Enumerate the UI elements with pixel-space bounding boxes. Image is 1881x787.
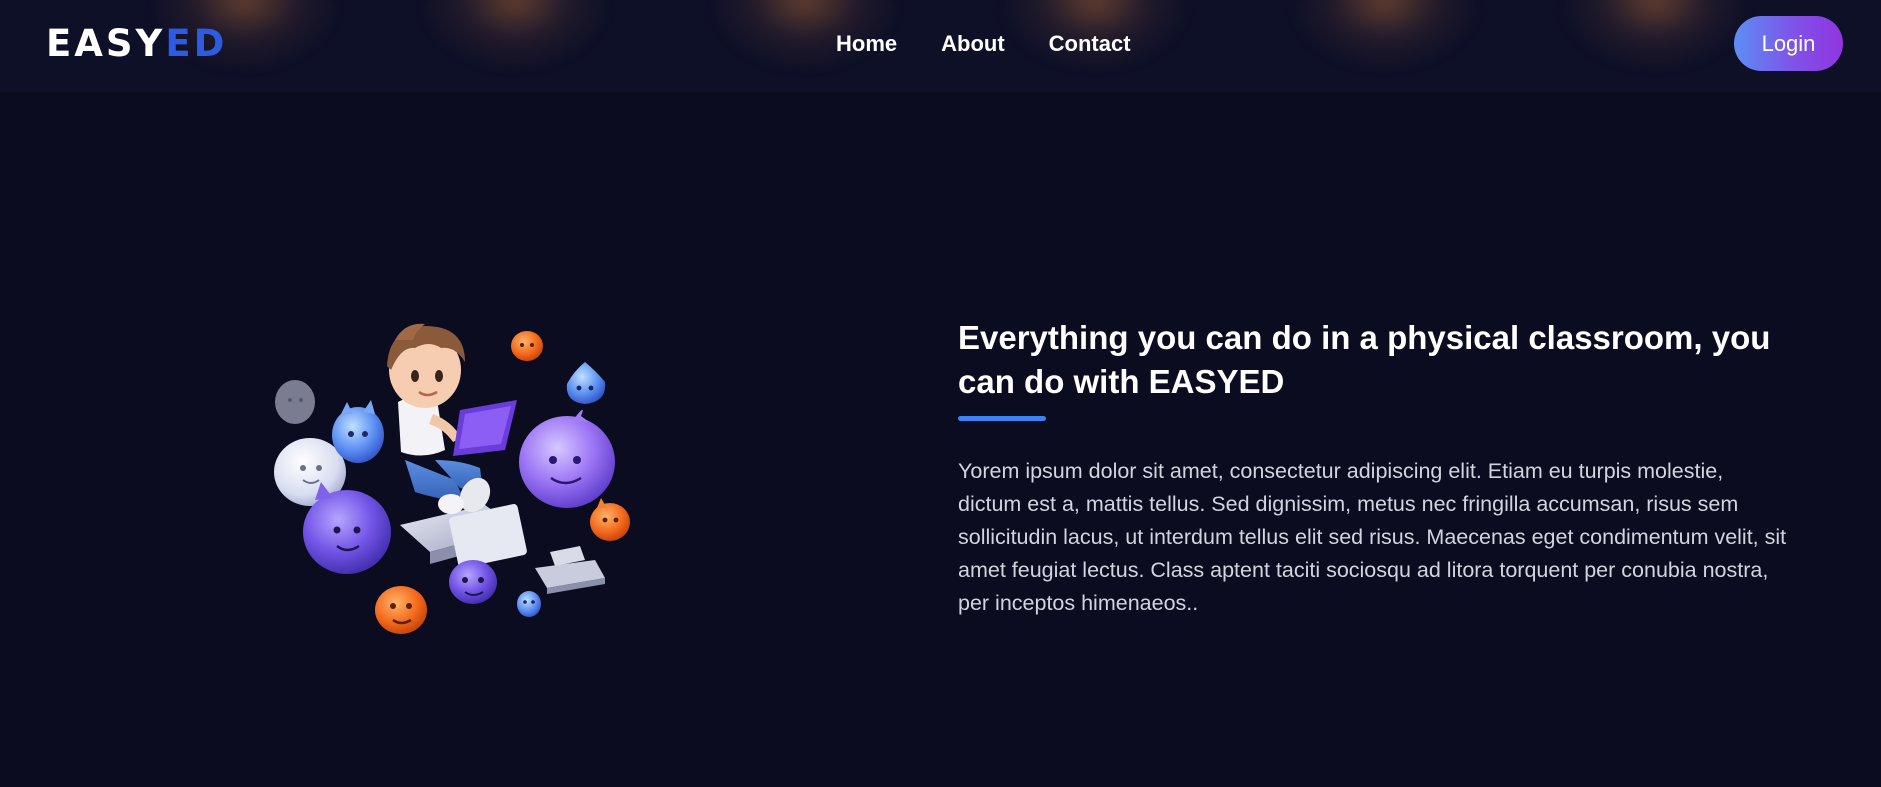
logo-text-ed: ED [165, 22, 228, 65]
header-background-glow [1560, 0, 1750, 70]
site-header: EASY ED Home About Contact Login [0, 0, 1881, 92]
hero-illustration-svg [274, 323, 630, 634]
main-nav: Home About Contact [836, 28, 1131, 60]
nav-about-link[interactable]: About [941, 28, 1005, 60]
header-background-glow [420, 0, 610, 70]
hero-headline: Everything you can do in a physical clas… [958, 319, 1771, 400]
headline-accent-underline [958, 416, 1046, 421]
site-logo[interactable]: EASY ED [46, 22, 228, 65]
child-with-tablet-and-friendly-monsters-illustration [255, 310, 655, 650]
logo-text-easy: EASY [46, 22, 166, 65]
header-background-glow [1290, 0, 1480, 70]
login-button[interactable]: Login [1734, 16, 1843, 71]
hero-content: Everything you can do in a physical clas… [958, 316, 1788, 620]
hero-description: Yorem ipsum dolor sit amet, consectetur … [958, 459, 1787, 615]
nav-contact-link[interactable]: Contact [1049, 28, 1131, 60]
nav-home-link[interactable]: Home [836, 28, 897, 60]
